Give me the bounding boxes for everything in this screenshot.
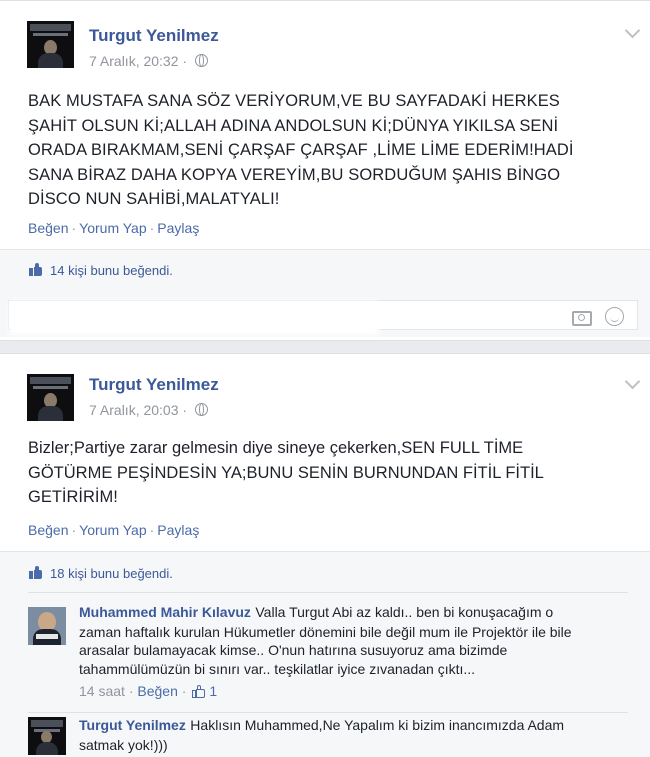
chevron-down-icon[interactable] — [624, 373, 641, 390]
commenter-name[interactable]: Muhammed Mahir Kılavuz — [79, 604, 251, 620]
like-thumb-icon — [29, 566, 43, 579]
share-link[interactable]: Paylaş — [157, 220, 199, 236]
comment-item: Muhammed Mahir Kılavuz Valla Turgut Abi … — [28, 603, 628, 703]
comment-item: Turgut Yenilmez Haklısın Muhammed,Ne Yap… — [28, 712, 628, 757]
comment-time[interactable]: 14 saat — [79, 683, 125, 699]
post-text-line: ŞAHİT OLSUN Kİ;ALLAH ADINA ANDOLSUN Kİ;D… — [28, 116, 559, 135]
author-name[interactable]: Turgut Yenilmez — [89, 375, 219, 395]
comment-body: Muhammed Mahir Kılavuz Valla Turgut Abi … — [79, 603, 639, 701]
comment-like-link[interactable]: Beğen — [137, 683, 177, 699]
post-text-line: Bizler;Partiye zarar gelmesin diye siney… — [28, 439, 524, 457]
timestamp-text[interactable]: 7 Aralık, 20:03 — [89, 402, 179, 418]
comment-text-line: arasalar bulamayacak kimse.. O'nun hatır… — [79, 642, 508, 658]
post-text-line: BAK MUSTAFA SANA SÖZ VERİYORUM,VE BU SAY… — [28, 92, 560, 110]
like-thumb-icon — [29, 263, 43, 276]
like-link[interactable]: Beğen — [28, 220, 68, 236]
sep-dot: · — [182, 53, 188, 69]
sep-dot: · — [71, 522, 77, 538]
globe-icon — [194, 403, 208, 416]
post-text: Bizler;Partiye zarar gelmesin diye siney… — [28, 436, 628, 510]
share-link[interactable]: Paylaş — [157, 522, 199, 538]
sep-dot: · — [71, 220, 77, 236]
divider — [28, 592, 628, 593]
comment-meta: 14 saat · Beğen · 1 — [79, 682, 639, 701]
like-link[interactable]: Beğen — [28, 522, 68, 538]
post-actions: Beğen · Yorum Yap · Paylaş — [28, 522, 199, 538]
comment-like-count[interactable]: 1 — [209, 683, 217, 699]
sep-dot: · — [149, 220, 155, 236]
post-timestamp[interactable]: 7 Aralık, 20:03 · — [89, 402, 208, 418]
post-text: BAK MUSTAFA SANA SÖZ VERİYORUM,VE BU SAY… — [28, 89, 628, 212]
post-card-2: Turgut Yenilmez 7 Aralık, 20:03 · Bizler… — [0, 353, 650, 757]
comment-text-line: zaman haftalık kurulan Hükumetler dönemi… — [79, 623, 572, 640]
comment-text-line: Valla Turgut Abi az kaldı.. ben bi konuş… — [255, 604, 554, 620]
sep-dot: · — [128, 683, 134, 699]
commenter-avatar[interactable] — [28, 607, 66, 645]
like-thumb-icon — [192, 685, 206, 698]
camera-icon[interactable] — [572, 311, 592, 326]
comment-composer — [0, 294, 650, 337]
comment-text-line: tahammülümüzün bi sınırı var.. teşkilatl… — [79, 660, 476, 677]
post-text-line: SANA BİRAZ DAHA KOPYA VEREYİM,BU SORDUĞU… — [28, 165, 561, 184]
post-text-line: GÖTÜRME PEŞİNDESİN YA;BUNU SENİN BURNUND… — [28, 463, 544, 482]
likes-count-text[interactable]: 18 kişi bunu beğendi. — [50, 566, 173, 581]
chevron-down-icon[interactable] — [624, 22, 641, 39]
comment-link[interactable]: Yorum Yap — [79, 220, 146, 236]
timestamp-text[interactable]: 7 Aralık, 20:32 — [89, 53, 179, 69]
comment-link[interactable]: Yorum Yap — [79, 522, 146, 538]
commenter-avatar[interactable] — [28, 717, 66, 755]
sep-dot: · — [181, 683, 187, 699]
comment-text-line: satmak yok!))) — [79, 736, 168, 753]
likes-bar: 14 kişi bunu beğendi. — [0, 249, 650, 295]
post-text-line: ORADA BIRAKMAM,SENİ ÇARŞAF ÇARŞAF ,LİME … — [28, 141, 574, 159]
author-avatar[interactable] — [27, 374, 74, 421]
comment-body: Turgut Yenilmez Haklısın Muhammed,Ne Yap… — [79, 716, 639, 754]
emoji-icon[interactable] — [605, 307, 624, 326]
sep-dot: · — [149, 522, 155, 538]
post-card-1: Turgut Yenilmez 7 Aralık, 20:32 · BAK MU… — [0, 0, 650, 341]
author-avatar[interactable] — [27, 21, 74, 68]
comment-text-line: Haklısın Muhammed,Ne Yapalım ki bizim in… — [190, 717, 565, 733]
commenter-name[interactable]: Turgut Yenilmez — [79, 717, 186, 733]
author-name[interactable]: Turgut Yenilmez — [89, 26, 219, 46]
blurred-region — [9, 301, 379, 335]
globe-icon — [194, 54, 208, 67]
likes-count-text[interactable]: 14 kişi bunu beğendi. — [50, 263, 173, 278]
post-actions: Beğen · Yorum Yap · Paylaş — [28, 220, 199, 236]
sep-dot: · — [182, 402, 188, 418]
comment-input[interactable] — [8, 300, 638, 335]
post-text-line: DİSCO NUN SAHİBİ,MALATYALI! — [28, 190, 280, 208]
post-timestamp[interactable]: 7 Aralık, 20:32 · — [89, 53, 208, 69]
post-text-line: GETİRİRİM! — [28, 488, 118, 506]
